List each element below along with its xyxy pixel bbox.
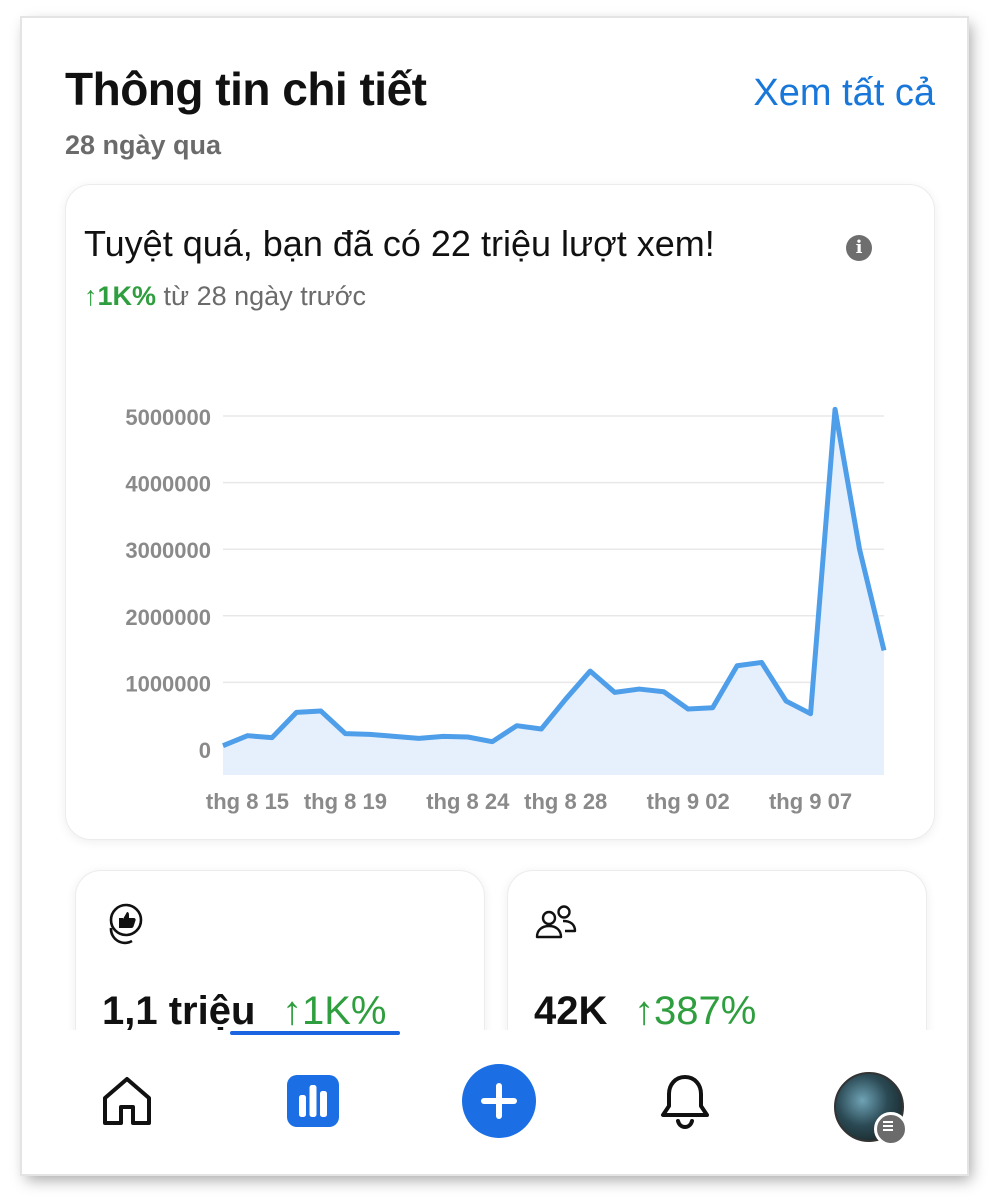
- data-point[interactable]: [513, 722, 521, 730]
- data-point[interactable]: [684, 705, 692, 713]
- series-line[interactable]: [222, 406, 887, 748]
- data-point[interactable]: [268, 734, 276, 742]
- data-point[interactable]: [219, 742, 227, 750]
- y-tick-label: 0: [199, 738, 211, 763]
- data-point[interactable]: [562, 695, 570, 703]
- data-point[interactable]: [758, 658, 766, 666]
- page-title: Thông tin chi tiết: [65, 63, 427, 115]
- data-point[interactable]: [317, 707, 325, 715]
- data-point[interactable]: [856, 545, 864, 553]
- data-point[interactable]: [709, 704, 717, 712]
- nav-insights[interactable]: [278, 1066, 348, 1136]
- views-chart-card: Tuyệt quá, bạn đã có 22 triệu lượt xem! …: [65, 184, 935, 840]
- series-area: [223, 409, 884, 775]
- like-reaction-icon: [109, 903, 143, 945]
- x-tick-label: thg 9 02: [647, 789, 730, 814]
- y-tick-label: 4000000: [125, 472, 211, 497]
- reactions-change: ↑1K%: [282, 989, 387, 1033]
- menu-lines-icon: [883, 1121, 893, 1131]
- nav-home[interactable]: [92, 1066, 162, 1136]
- data-point[interactable]: [733, 662, 741, 670]
- nav-create[interactable]: [460, 1062, 538, 1140]
- bottom-nav: [22, 1030, 967, 1174]
- y-tick-label: 2000000: [125, 605, 211, 630]
- period-label: 28 ngày qua: [65, 130, 222, 160]
- home-icon: [103, 1077, 151, 1125]
- data-point[interactable]: [439, 732, 447, 740]
- data-point[interactable]: [586, 667, 594, 675]
- data-point[interactable]: [880, 646, 888, 654]
- data-point[interactable]: [488, 738, 496, 746]
- followers-change: ↑387%: [634, 989, 757, 1033]
- see-all-link[interactable]: Xem tất cả: [753, 72, 935, 115]
- followers-icon: [535, 905, 577, 939]
- nav-notifications[interactable]: [650, 1066, 720, 1136]
- followers-value: 42K: [534, 989, 608, 1033]
- x-tick-label: thg 9 07: [769, 789, 852, 814]
- data-point[interactable]: [660, 688, 668, 696]
- x-tick-label: thg 8 19: [304, 789, 387, 814]
- data-point[interactable]: [537, 725, 545, 733]
- data-point[interactable]: [292, 708, 300, 716]
- x-tick-label: thg 8 28: [524, 789, 607, 814]
- data-point[interactable]: [464, 733, 472, 741]
- data-point[interactable]: [366, 730, 374, 738]
- app-screen: Thông tin chi tiết Xem tất cả 28 ngày qu…: [22, 18, 967, 1174]
- data-point[interactable]: [782, 697, 790, 705]
- x-tick-label: thg 8 15: [206, 789, 289, 814]
- views-line-chart[interactable]: 0 1000000 2000000 3000000 4000000 5000000 thg …: [66, 185, 934, 839]
- data-point[interactable]: [807, 710, 815, 718]
- data-point[interactable]: [635, 685, 643, 693]
- data-point[interactable]: [611, 688, 619, 696]
- y-tick-label: 3000000: [125, 538, 211, 563]
- y-tick-label: 5000000: [125, 405, 211, 430]
- menu-badge-icon[interactable]: [874, 1112, 908, 1146]
- insights-icon: [287, 1075, 339, 1127]
- data-point[interactable]: [415, 734, 423, 742]
- data-point[interactable]: [390, 732, 398, 740]
- y-tick-label: 1000000: [125, 671, 211, 696]
- x-tick-label: thg 8 24: [426, 789, 510, 814]
- data-point[interactable]: [831, 405, 839, 413]
- active-indicator: [230, 1031, 400, 1035]
- data-point[interactable]: [243, 732, 251, 740]
- reactions-value: 1,1 triệu: [102, 989, 256, 1033]
- data-point[interactable]: [341, 730, 349, 738]
- create-icon: [462, 1064, 536, 1138]
- notifications-icon: [661, 1075, 709, 1130]
